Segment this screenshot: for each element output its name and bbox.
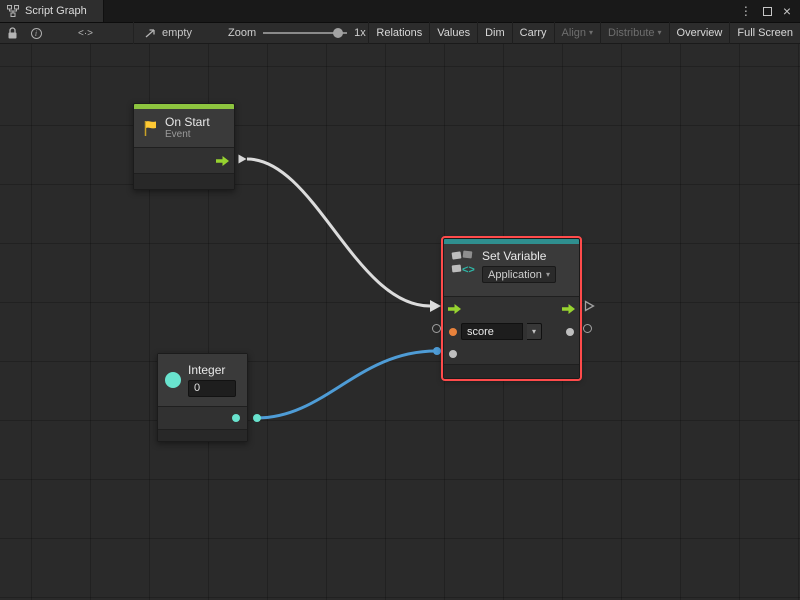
on-start-header: On Start Event [134, 109, 234, 147]
node-title: Integer [188, 363, 236, 377]
graph-reference-button[interactable]: empty [134, 27, 202, 39]
graph-icon [7, 5, 19, 17]
maximize-icon[interactable] [763, 7, 772, 16]
variable-scope-dropdown[interactable]: Application ▾ [482, 266, 556, 283]
graph-pointer-icon [144, 27, 157, 39]
titlebar-spacer [104, 0, 740, 22]
window-menu-icon[interactable]: ⋮ [740, 5, 752, 17]
integer-value-input[interactable]: 0 [188, 380, 236, 397]
node-integer[interactable]: Integer 0 [157, 353, 248, 442]
tab-title: Script Graph [25, 5, 87, 17]
flow-output-port[interactable] [562, 304, 575, 314]
variable-input-connector[interactable] [432, 324, 441, 333]
wire-value-start-dot [253, 414, 261, 422]
variable-output-port[interactable] [566, 328, 574, 336]
zoom-slider-knob[interactable] [333, 28, 343, 38]
integer-output-port[interactable] [232, 414, 240, 422]
flow-output-connector[interactable] [237, 153, 248, 165]
toolbar-button-group: Relations Values Dim Carry Align▾ Distri… [368, 22, 800, 44]
on-start-footer [134, 173, 234, 189]
node-title: On Start [165, 115, 210, 129]
set-variable-body: score ▾ [444, 296, 579, 364]
value-port-row: score ▾ [444, 320, 579, 343]
window-controls: ⋮ × [740, 0, 800, 22]
lock-icon [7, 27, 18, 40]
node-title: Set Variable [482, 249, 556, 263]
chevron-down-icon: ▾ [532, 328, 536, 336]
title-bar: Script Graph ⋮ × [0, 0, 800, 22]
zoom-control: Zoom 1x [228, 27, 366, 39]
values-button[interactable]: Values [429, 22, 477, 44]
wire-flow[interactable] [247, 159, 430, 306]
info-button[interactable]: i [24, 23, 48, 43]
lock-button[interactable] [0, 23, 24, 43]
align-button[interactable]: Align▾ [554, 22, 600, 44]
dim-button[interactable]: Dim [477, 22, 512, 44]
wire-value[interactable] [257, 351, 436, 418]
integer-type-icon [165, 372, 181, 388]
distribute-button[interactable]: Distribute▾ [600, 22, 668, 44]
graph-canvas[interactable]: On Start Event <> [0, 44, 800, 600]
wire-flow-arrowhead-icon [430, 300, 441, 312]
integer-footer [158, 429, 247, 441]
variable-name-input[interactable]: score [461, 323, 523, 340]
chevron-down-icon: ▾ [589, 29, 593, 37]
tab-script-graph[interactable]: Script Graph [0, 0, 104, 22]
variables-icon: <> [451, 249, 475, 276]
relations-button[interactable]: Relations [368, 22, 429, 44]
zoom-label: Zoom [228, 27, 256, 39]
script-graph-window: Script Graph ⋮ × i <·> empty [0, 0, 800, 600]
variable-scope-label: Application [488, 269, 542, 281]
value-input-row [444, 343, 579, 364]
flow-input-port[interactable] [448, 304, 461, 314]
wires-layer [0, 44, 800, 600]
on-start-port-row [134, 147, 234, 173]
code-brackets-icon: <> [462, 264, 475, 276]
wire-value-end-dot [433, 347, 441, 355]
variable-output-connector[interactable] [583, 324, 592, 333]
node-on-start[interactable]: On Start Event [133, 103, 235, 190]
integer-value: 0 [194, 382, 200, 394]
set-variable-footer [444, 364, 579, 378]
zoom-slider[interactable] [263, 28, 347, 38]
chevron-down-icon: ▾ [658, 29, 662, 37]
new-value-input-port[interactable] [449, 350, 457, 358]
flow-output-port[interactable] [216, 156, 229, 166]
graph-toolbar: i <·> empty Zoom 1x Relations Values Dim… [0, 22, 800, 44]
code-preview-icon[interactable]: <·> [78, 28, 93, 39]
integer-header: Integer 0 [158, 354, 247, 406]
flow-output-connector[interactable] [584, 300, 595, 312]
variable-name-value: score [467, 326, 494, 338]
flow-port-row [444, 297, 579, 320]
zoom-value: 1x [354, 27, 366, 39]
carry-button[interactable]: Carry [512, 22, 554, 44]
graph-reference-label: empty [162, 27, 192, 39]
flag-icon [142, 120, 158, 137]
variable-name-dropdown[interactable]: ▾ [527, 323, 542, 340]
node-subtitle: Event [165, 129, 210, 141]
overview-button[interactable]: Overview [669, 22, 730, 44]
set-variable-header: <> Set Variable Application ▾ [444, 244, 579, 296]
variable-input-port[interactable] [449, 328, 457, 336]
info-icon: i [31, 28, 42, 39]
fullscreen-button[interactable]: Full Screen [729, 22, 800, 44]
close-icon[interactable]: × [783, 4, 791, 18]
chevron-down-icon: ▾ [546, 271, 550, 279]
node-set-variable[interactable]: <> Set Variable Application ▾ [443, 238, 580, 379]
integer-port-row [158, 406, 247, 429]
